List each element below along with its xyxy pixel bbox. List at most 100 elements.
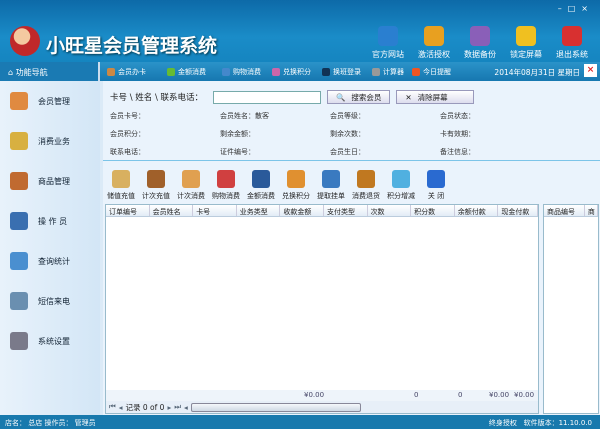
sidebar-item[interactable]: 查询统计 [0,241,100,281]
column-header[interactable]: 业务类型 [237,205,281,216]
sidebar: 会员管理消费业务 商品管理操 作 员查询统计短信来电系统设置 [0,81,100,415]
total-points: 0 [458,391,463,399]
sidebar-item[interactable]: 商品管理 [0,161,100,201]
column-header[interactable]: 余额付款 [455,205,499,216]
column-header[interactable]: 支付类型 [324,205,368,216]
search-input[interactable] [213,90,322,104]
tool-button[interactable]: 计次充值 [141,170,171,201]
sidebar-item-label: 查询统计 [38,256,70,266]
top-button[interactable]: 激活授权 [412,26,456,60]
maximize-button[interactable]: □ [568,4,582,13]
column-header[interactable]: 卡号 [193,205,237,216]
total-cash: ¥0.00 [514,391,535,399]
quick-item-icon [107,68,115,76]
top-button[interactable]: 数据备份 [458,26,502,60]
goods-table-header: 商品编号商 [544,205,598,217]
action-toolbar: 储值充值 计次充值 计次消费 购物消费 金额消费 兑换积分 提取挂单 消费退货 积分增减 关 闭 [106,170,451,201]
quick-item[interactable]: 金额消费 [167,67,206,77]
close-button[interactable]: × [581,4,594,13]
info-field: 会员状态： [440,112,475,120]
quick-item[interactable]: 兑换积分 [272,67,311,77]
quick-item-icon [372,68,380,76]
top-button[interactable]: 锁定屏幕 [504,26,548,60]
app-title: 小旺星会员管理系统 [46,35,218,57]
search-bar: 卡号 \ 姓名 \ 联系电话： 🔍 搜索会员 ✕ 清除屏幕 [110,90,475,104]
top-button-label: 锁定屏幕 [510,50,542,59]
logo-icon [10,26,40,56]
column-header[interactable]: 收款金额 [280,205,324,216]
quick-item[interactable]: 换班登录 [322,67,361,77]
orders-table: 订单编号 会员姓名 卡号 业务类型 收款金额 支付类型 次数 积分数 余额付款 现金付款 ¥0.0… [105,204,539,414]
horizontal-scrollbar[interactable] [190,402,361,412]
column-header[interactable]: 商品编号 [544,205,585,216]
search-member-button[interactable]: 🔍 搜索会员 [327,90,391,104]
sidebar-item[interactable]: 短信来电 [0,281,100,321]
tool-button[interactable]: 关 闭 [421,170,451,201]
next-page-button[interactable]: ▸ [167,403,171,412]
quick-item-label: 购物消费 [233,68,261,76]
sidebar-item-label: 系统设置 [38,336,70,346]
tool-button[interactable]: 积分增减 [386,170,416,201]
last-page-button[interactable]: ⏭ [174,402,181,412]
tool-button[interactable]: 金额消费 [246,170,276,201]
sidebar-item[interactable]: 系统设置 [0,321,100,361]
info-field: 卡有效期： [440,130,475,138]
clear-screen-button[interactable]: ✕ 清除屏幕 [396,90,475,104]
prev-page-button[interactable]: ◂ [119,403,123,412]
info-field: 会员积分： [110,130,145,138]
tool-icon [147,170,165,188]
close-tab-button[interactable]: × [584,64,597,77]
top-button[interactable]: 退出系统 [550,26,594,60]
column-header[interactable]: 现金付款 [498,205,538,216]
top-button-label: 官方网站 [372,50,404,59]
sidebar-item-icon [10,292,28,310]
tool-icon [427,170,445,188]
tool-button[interactable]: 消费退货 [351,170,381,201]
column-header[interactable]: 积分数 [411,205,455,216]
quick-item[interactable]: 计算器 [372,67,404,77]
tool-icon [217,170,235,188]
lock-icon [516,26,536,46]
nav-header: ⌂ 功能导航 [0,62,100,81]
tool-icon [392,170,410,188]
tool-label: 计次充值 [142,192,170,200]
first-page-button[interactable]: ⏮ [109,402,116,412]
column-header[interactable]: 商 [585,205,598,216]
tool-button[interactable]: 购物消费 [211,170,241,201]
sidebar-item-icon [10,252,28,270]
sidebar-item[interactable]: 操 作 员 [0,201,100,241]
column-header[interactable]: 会员姓名 [150,205,194,216]
column-header[interactable]: 次数 [368,205,412,216]
top-button[interactable]: 官方网站 [366,26,410,60]
goods-table: 商品编号商 [543,204,599,414]
quick-item-label: 计算器 [383,68,404,76]
key-icon [424,26,444,46]
tool-icon [287,170,305,188]
sidebar-item[interactable]: 会员管理 [0,81,100,121]
divider [103,160,600,161]
quick-item[interactable]: 会员办卡 [107,67,146,77]
tool-button[interactable]: 储值充值 [106,170,136,201]
quick-item-label: 今日提醒 [423,68,451,76]
search-btn-label: 搜索会员 [351,92,382,102]
sidebar-item-label: 操 作 员 [38,216,68,226]
tool-label: 积分增减 [387,192,415,200]
info-field: 剩余金额： [220,130,255,138]
tool-button[interactable]: 兑换积分 [281,170,311,201]
quick-item-icon [222,68,230,76]
sidebar-item-label: 会员管理 [38,96,70,106]
tool-button[interactable]: 提取挂单 [316,170,346,201]
scroll-left-button[interactable]: ◂ [184,403,188,412]
info-field: 剩余次数： [330,130,365,138]
column-header[interactable]: 订单编号 [106,205,150,216]
window-controls[interactable]: –□× [558,4,594,13]
top-button-label: 数据备份 [464,50,496,59]
tool-button[interactable]: 计次消费 [176,170,206,201]
quick-item[interactable]: 今日提醒 [412,67,451,77]
minimize-button[interactable]: – [558,4,568,13]
quick-item[interactable]: 购物消费 [222,67,261,77]
tool-icon [252,170,270,188]
tool-icon [357,170,375,188]
sidebar-item-icon [10,132,28,150]
sidebar-item[interactable]: 消费业务 [0,121,100,161]
